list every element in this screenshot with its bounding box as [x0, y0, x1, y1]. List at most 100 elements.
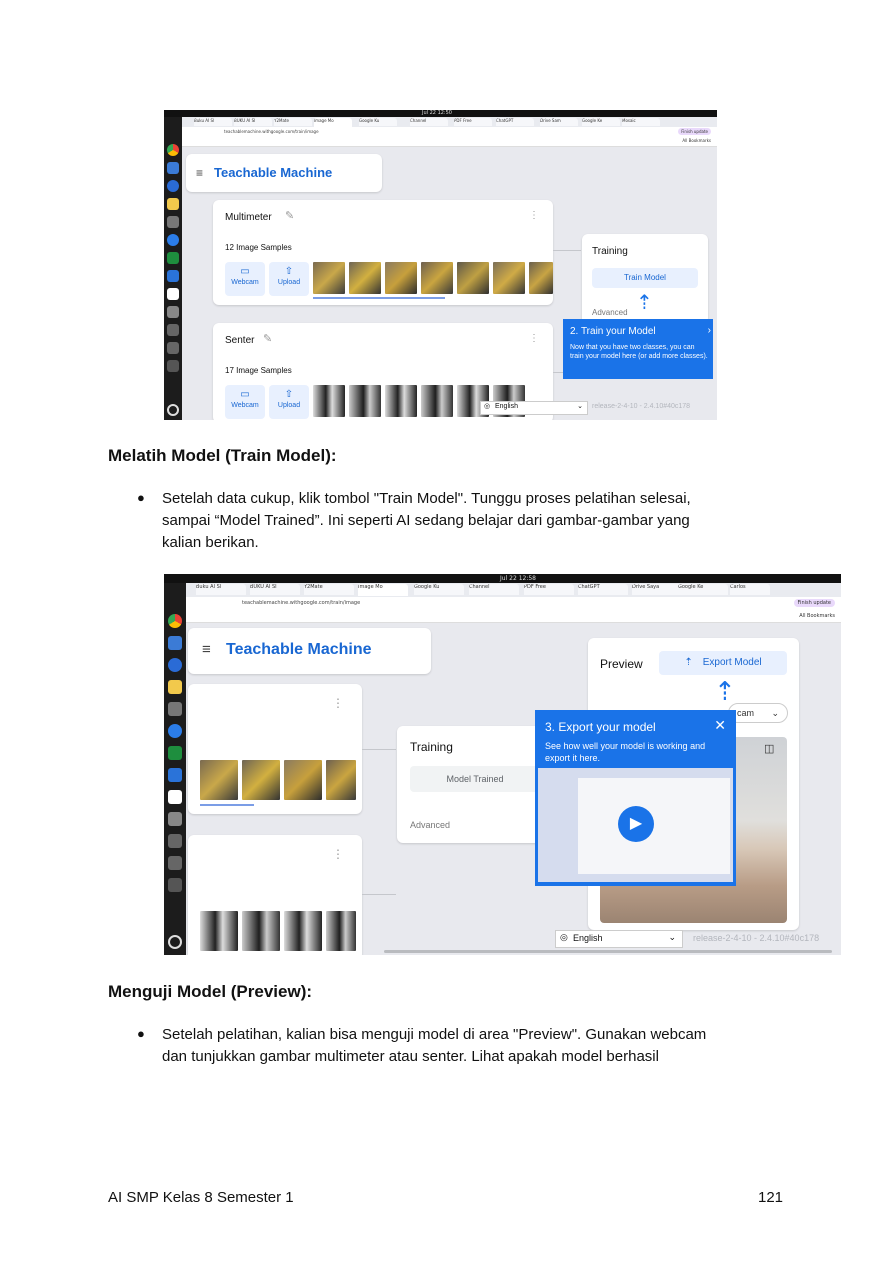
browser-tab[interactable]: ChatGPT	[578, 584, 628, 595]
browser-tab[interactable]: ChatGPT	[496, 118, 534, 126]
files-app-icon[interactable]	[167, 216, 179, 228]
address-bar[interactable]: teachablemachine.withgoogle.com/train/im…	[164, 597, 841, 611]
menu-icon[interactable]: ≡	[196, 166, 203, 180]
language-selector[interactable]: ◎ English ⌄	[480, 401, 588, 415]
usb-app-icon[interactable]	[168, 834, 182, 848]
kebab-menu-icon[interactable]: ⋮	[529, 333, 539, 344]
webcam-button[interactable]: ▭ Webcam	[225, 262, 265, 296]
browser-tab[interactable]: Google Ke	[582, 118, 620, 126]
browser-tab[interactable]: Y2Mate	[274, 118, 312, 126]
browser-tab[interactable]: PDF Free	[524, 584, 574, 595]
browser-tab-active[interactable]: Image Mo	[358, 584, 408, 596]
sample-thumbnail[interactable]	[421, 385, 453, 417]
sample-thumbnail[interactable]	[242, 911, 280, 951]
model-trained-button[interactable]: Model Trained	[410, 766, 540, 792]
browser-tab[interactable]: PDF Free	[454, 118, 492, 126]
usb-app-icon[interactable]	[167, 324, 179, 336]
url-text[interactable]: teachablemachine.withgoogle.com/train/im…	[224, 129, 319, 134]
kebab-menu-icon[interactable]: ⋮	[529, 210, 539, 221]
browser-tab[interactable]: Buku AI Sl	[196, 584, 246, 595]
browser-tab[interactable]: Buku AI Sl	[194, 118, 232, 126]
trash-app-icon[interactable]	[168, 878, 182, 892]
apps-grid-icon[interactable]	[167, 404, 179, 416]
sample-thumbnail[interactable]	[349, 262, 381, 294]
draw-app-icon[interactable]	[167, 288, 179, 300]
notes-app-icon[interactable]	[167, 198, 179, 210]
sample-thumbnail[interactable]	[242, 760, 280, 800]
all-bookmarks[interactable]: All Bookmarks	[682, 138, 711, 143]
usb-app-icon[interactable]	[168, 856, 182, 870]
close-icon[interactable]: ✕	[714, 717, 726, 734]
finish-update-button[interactable]: Finish update	[678, 128, 711, 135]
finish-update-button[interactable]: Finish update	[793, 599, 835, 607]
trash-app-icon[interactable]	[167, 360, 179, 372]
monitor-app-icon[interactable]	[168, 636, 182, 650]
browser-tab[interactable]: BUKU AI SI	[250, 584, 300, 595]
tip-close-icon[interactable]: ›	[708, 325, 711, 336]
store-app-icon[interactable]	[168, 724, 182, 738]
sample-thumbnail[interactable]	[385, 385, 417, 417]
updater-app-icon[interactable]	[167, 306, 179, 318]
language-selector[interactable]: ◎ English ⌄	[555, 930, 683, 948]
browser-tab[interactable]: BUKU AI SI	[234, 118, 272, 126]
browser-tab[interactable]: Carlos	[730, 584, 770, 595]
browser-tab[interactable]: Channel	[469, 584, 519, 595]
url-text[interactable]: teachablemachine.withgoogle.com/train/im…	[242, 600, 360, 606]
sample-thumbnail[interactable]	[493, 262, 525, 294]
sample-thumbnail[interactable]	[200, 760, 238, 800]
advanced-toggle[interactable]: Advanced	[592, 308, 628, 317]
chrome-icon[interactable]	[167, 144, 179, 156]
sample-thumbnail[interactable]	[284, 760, 322, 800]
apps-grid-icon[interactable]	[168, 935, 182, 949]
browser-tab[interactable]: Google Ku	[414, 584, 464, 595]
sample-thumbnail[interactable]	[326, 911, 356, 951]
class-name[interactable]: Senter	[225, 335, 254, 346]
sample-thumbnail[interactable]	[421, 262, 453, 294]
thumbnail-scrollbar[interactable]	[313, 297, 445, 299]
all-bookmarks[interactable]: All Bookmarks	[799, 613, 835, 619]
browser-tab[interactable]: Google Ku	[359, 118, 397, 126]
sample-thumbnail[interactable]	[349, 385, 381, 417]
browser-tab[interactable]: Mosaic	[622, 118, 660, 126]
sample-thumbnail[interactable]	[313, 385, 345, 417]
notes-app-icon[interactable]	[168, 680, 182, 694]
menu-icon[interactable]: ≡	[202, 641, 211, 658]
settings-app-icon[interactable]	[168, 658, 182, 672]
sheets-app-icon[interactable]	[167, 252, 179, 264]
chrome-icon[interactable]	[168, 614, 182, 628]
sample-thumbnail[interactable]	[385, 262, 417, 294]
usb-app-icon[interactable]	[167, 342, 179, 354]
sample-thumbnail[interactable]	[457, 262, 489, 294]
kebab-menu-icon[interactable]: ⋮	[332, 696, 344, 710]
monitor-app-icon[interactable]	[167, 162, 179, 174]
webcam-select[interactable]: cam ⌄	[728, 703, 788, 723]
upload-button[interactable]: ⇧ Upload	[269, 262, 309, 296]
advanced-toggle[interactable]: Advanced	[410, 820, 450, 830]
export-model-button[interactable]: ⇡ Export Model	[659, 651, 787, 675]
class-name[interactable]: Multimeter	[225, 212, 272, 223]
kebab-menu-icon[interactable]: ⋮	[332, 847, 344, 861]
play-button-icon[interactable]: ▶	[618, 806, 654, 842]
browser-tab[interactable]: Y2Mate	[304, 584, 354, 595]
address-bar[interactable]: teachablemachine.withgoogle.com/train/im…	[164, 127, 717, 137]
pencil-icon[interactable]: ✎	[285, 209, 294, 222]
flip-camera-icon[interactable]: ◫	[764, 742, 774, 755]
browser-tab[interactable]: Channel	[410, 118, 448, 126]
docs-app-icon[interactable]	[167, 270, 179, 282]
thumbnail-scrollbar[interactable]	[200, 804, 254, 806]
sample-thumbnail[interactable]	[200, 911, 238, 951]
docs-app-icon[interactable]	[168, 768, 182, 782]
sample-thumbnail[interactable]	[529, 262, 553, 294]
browser-tab[interactable]: Drive Saya	[632, 584, 682, 595]
files-app-icon[interactable]	[168, 702, 182, 716]
sample-thumbnail[interactable]	[284, 911, 322, 951]
upload-button[interactable]: ⇧ Upload	[269, 385, 309, 419]
store-app-icon[interactable]	[167, 234, 179, 246]
sample-thumbnail[interactable]	[326, 760, 356, 800]
settings-app-icon[interactable]	[167, 180, 179, 192]
train-model-button[interactable]: Train Model	[592, 268, 698, 288]
updater-app-icon[interactable]	[168, 812, 182, 826]
browser-tab-active[interactable]: Image Mo	[314, 118, 352, 127]
horizontal-scrollbar[interactable]	[384, 950, 832, 953]
webcam-button[interactable]: ▭ Webcam	[225, 385, 265, 419]
